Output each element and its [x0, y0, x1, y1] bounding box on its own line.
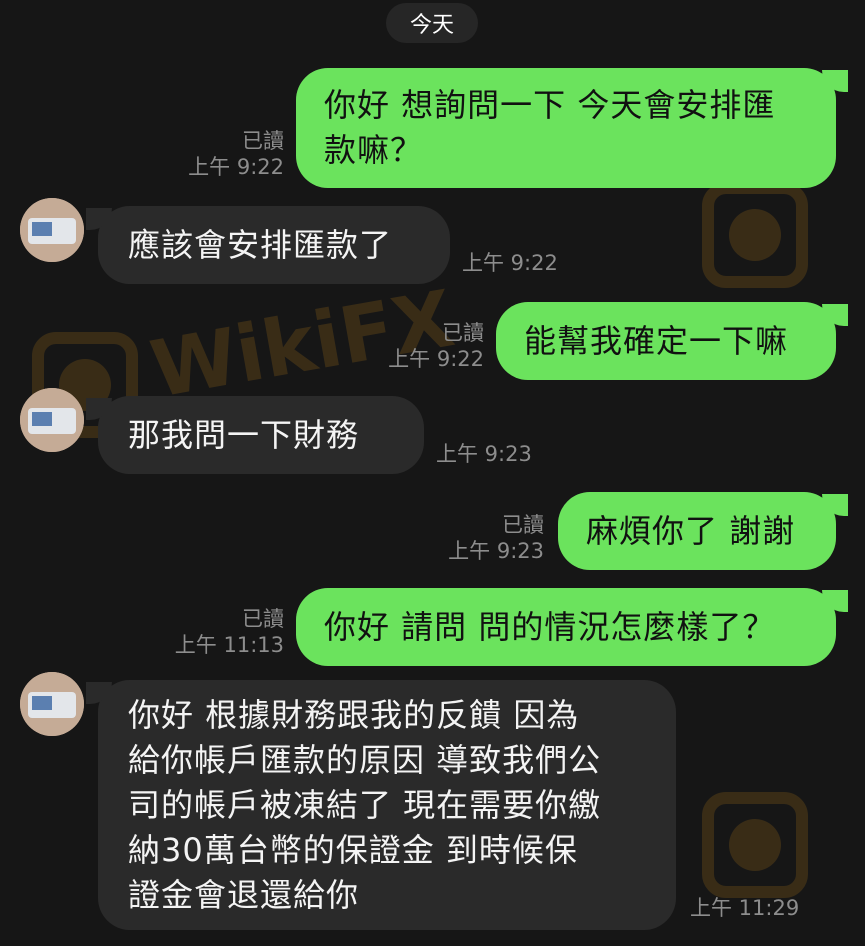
read-receipt: 已讀 — [242, 129, 284, 153]
message-text: 麻煩你了 謝謝 — [586, 511, 796, 550]
read-receipt: 已讀 — [242, 607, 284, 631]
message-text: 那我問一下財務 — [128, 415, 360, 454]
message-time: 上午 9:22 — [388, 347, 484, 371]
message-meta: 已讀 上午 11:13 — [160, 606, 284, 658]
date-separator: 今天 — [386, 3, 478, 43]
message-time: 上午 11:29 — [690, 896, 800, 920]
incoming-message-bubble[interactable]: 你好 根據財務跟我的反饋 因為 給你帳戶匯款的原因 導致我們公 司的帳戶被凍結了… — [86, 680, 676, 930]
watermark-logo-icon — [700, 790, 810, 904]
message-time: 上午 9:22 — [188, 155, 284, 179]
message-meta: 已讀 上午 9:22 — [160, 128, 284, 180]
message-time: 上午 9:22 — [462, 251, 558, 275]
read-receipt: 已讀 — [502, 513, 544, 537]
message-text: 你好 請問 問的情況怎麼樣了？ — [324, 607, 776, 646]
message-meta: 已讀 上午 9:23 — [420, 512, 544, 564]
incoming-message-bubble[interactable]: 應該會安排匯款了 — [86, 206, 450, 284]
message-meta: 已讀 上午 9:22 — [360, 320, 484, 372]
outgoing-message-bubble[interactable]: 你好 請問 問的情況怎麼樣了？ — [296, 588, 848, 666]
avatar[interactable] — [20, 672, 84, 736]
message-time: 上午 11:13 — [174, 633, 284, 657]
outgoing-message-bubble[interactable]: 能幫我確定一下嘛 — [496, 302, 848, 380]
message-text: 能幫我確定一下嘛 — [524, 321, 789, 360]
outgoing-message-bubble[interactable]: 麻煩你了 謝謝 — [558, 492, 848, 570]
message-time: 上午 9:23 — [448, 539, 544, 563]
incoming-message-bubble[interactable]: 那我問一下財務 — [86, 396, 424, 474]
message-time: 上午 9:23 — [436, 442, 532, 466]
outgoing-message-bubble[interactable]: 你好 想詢問一下 今天會安排匯 款嘛？ — [296, 68, 848, 188]
avatar[interactable] — [20, 388, 84, 452]
message-text: 應該會安排匯款了 — [128, 225, 393, 264]
watermark-logo-icon — [700, 180, 810, 294]
read-receipt: 已讀 — [442, 321, 484, 345]
message-text: 你好 根據財務跟我的反饋 因為 給你帳戶匯款的原因 導致我們公 司的帳戶被凍結了… — [128, 695, 602, 914]
avatar[interactable] — [20, 198, 84, 262]
message-text: 你好 想詢問一下 今天會安排匯 款嘛？ — [324, 86, 776, 169]
